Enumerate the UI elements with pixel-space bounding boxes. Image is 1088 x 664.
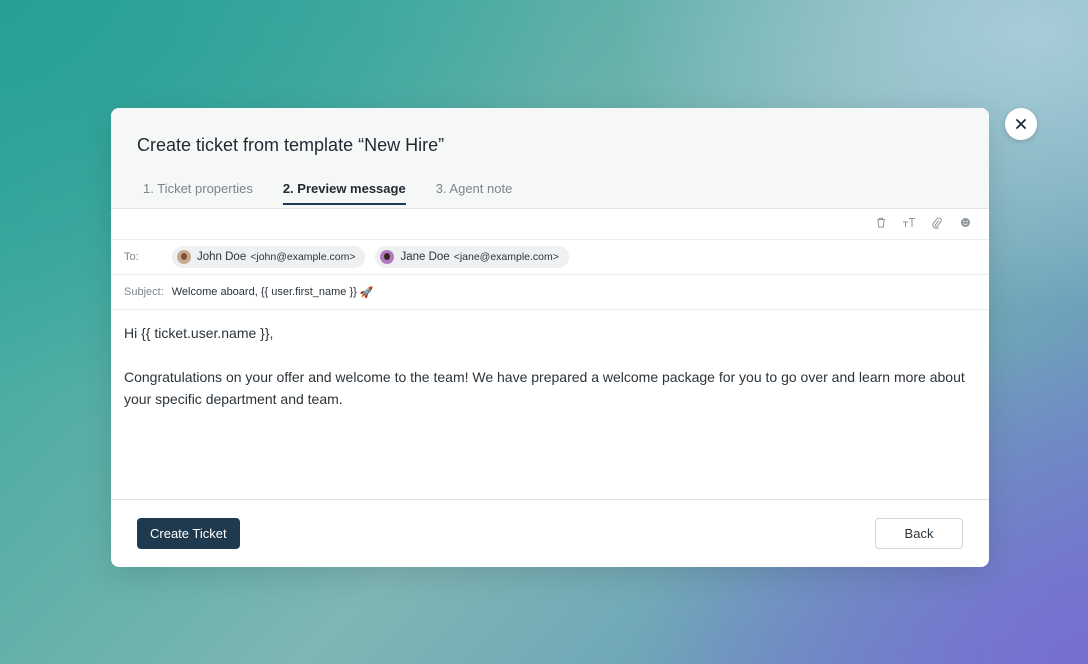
recipient-chip[interactable]: John Doe <john@example.com>: [172, 246, 366, 268]
subject-value[interactable]: Welcome aboard, {{ user.first_name }}: [172, 286, 357, 298]
message-body[interactable]: Hi {{ ticket.user.name }}, Congratulatio…: [111, 310, 989, 500]
recipient-name: John Doe: [197, 251, 247, 263]
modal-header: Create ticket from template “New Hire” 1…: [111, 108, 989, 209]
recipient-chip[interactable]: Jane Doe <jane@example.com>: [375, 246, 569, 268]
emoji-icon[interactable]: [951, 217, 979, 231]
create-ticket-button[interactable]: Create Ticket: [137, 518, 240, 549]
recipient-name: Jane Doe: [400, 251, 450, 263]
avatar: [177, 250, 191, 264]
text-size-icon[interactable]: [895, 217, 923, 231]
to-row: To: John Doe <john@example.com> Jane Doe…: [111, 240, 989, 275]
create-ticket-modal: Create ticket from template “New Hire” 1…: [111, 108, 989, 567]
modal-title: Create ticket from template “New Hire”: [137, 135, 445, 155]
close-icon[interactable]: [1005, 108, 1037, 140]
to-label: To:: [124, 251, 139, 263]
back-button[interactable]: Back: [875, 518, 963, 549]
editor-toolbar: [111, 209, 989, 240]
recipient-email: <jane@example.com>: [453, 251, 559, 263]
tab-agent-note[interactable]: 3. Agent note: [436, 181, 513, 205]
tab-ticket-properties[interactable]: 1. Ticket properties: [143, 181, 253, 205]
trash-icon[interactable]: [867, 217, 895, 231]
message-paragraph: Congratulations on your offer and welcom…: [124, 369, 965, 407]
recipient-email: <john@example.com>: [250, 251, 356, 263]
tab-preview-message[interactable]: 2. Preview message: [282, 181, 406, 205]
subject-label: Subject:: [124, 286, 164, 298]
modal-footer: Create Ticket Back: [111, 500, 989, 566]
avatar: [380, 250, 395, 264]
rocket-icon: 🚀: [359, 286, 374, 299]
subject-row[interactable]: Subject: Welcome aboard, {{ user.first_n…: [111, 275, 989, 310]
step-tabs: 1. Ticket properties 2. Preview message …: [137, 181, 542, 205]
paperclip-icon[interactable]: [923, 217, 951, 232]
message-greeting: Hi {{ ticket.user.name }},: [124, 325, 274, 341]
